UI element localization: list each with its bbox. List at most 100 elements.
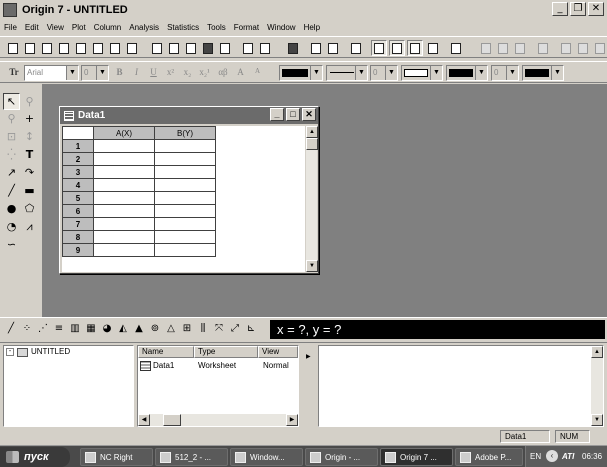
line-color-dropdown-icon[interactable]: ▼ <box>310 66 322 80</box>
font-size-dropdown-icon[interactable]: ▼ <box>96 66 108 80</box>
cell[interactable] <box>93 139 155 153</box>
pattern-color-select[interactable]: ▼ <box>446 65 488 81</box>
taskbar-item-nc-right[interactable]: NC Right <box>80 448 153 466</box>
splitter[interactable]: ▶ <box>305 345 315 427</box>
row-header[interactable]: 4 <box>62 178 94 192</box>
save-template-icon[interactable] <box>217 40 233 56</box>
taskbar-item-window[interactable]: Window... <box>230 448 303 466</box>
new-excel-icon[interactable] <box>39 40 55 56</box>
new-graph-icon[interactable] <box>56 40 72 56</box>
preview-pane[interactable]: ▲ ▼ <box>318 345 604 427</box>
freehand-tool-icon[interactable]: ∽ <box>3 236 20 253</box>
polar-plot-icon[interactable]: ⊚ <box>148 321 162 337</box>
data-selector-tool-icon[interactable]: ↕ <box>21 128 38 145</box>
scroll-thumb[interactable] <box>306 138 318 150</box>
line-style-dropdown-icon[interactable]: ▼ <box>355 66 367 80</box>
fill-color-select[interactable]: ▼ <box>401 65 443 81</box>
worksheet-window[interactable]: Data1 _ □ ✕ A(X) B(Y) 1 2 3 4 5 6 7 8 9 … <box>59 106 319 274</box>
border-color-select[interactable]: ▼ <box>522 65 564 81</box>
menu-view[interactable]: View <box>43 23 68 32</box>
row-header[interactable]: 7 <box>62 217 94 231</box>
import-multiple-icon[interactable] <box>257 40 273 56</box>
minimize-button[interactable]: _ <box>552 2 568 16</box>
cell[interactable] <box>93 204 155 218</box>
row-header[interactable]: 5 <box>62 191 94 205</box>
row-header[interactable]: 9 <box>62 243 94 257</box>
start-button[interactable]: пуск <box>0 447 70 467</box>
cell[interactable] <box>154 191 216 205</box>
column-name-header[interactable]: Name <box>138 346 194 358</box>
menu-analysis[interactable]: Analysis <box>125 23 163 32</box>
list-horizontal-scrollbar[interactable]: ◀ ▶ <box>138 414 298 426</box>
line-style-select[interactable]: ▼ <box>326 65 368 81</box>
column-header-b[interactable]: B(Y) <box>154 126 216 140</box>
subscript-button[interactable]: x₂ <box>181 66 194 80</box>
line-color-select[interactable]: ▼ <box>279 65 323 81</box>
pattern-width-select[interactable]: 0 ▼ <box>491 65 519 81</box>
zoom-tool-icon[interactable]: ⚲ <box>3 110 20 127</box>
worksheet-maximize-button[interactable]: □ <box>286 108 300 121</box>
horizontal-thumb[interactable] <box>163 414 181 426</box>
scroll-down-icon[interactable]: ▼ <box>306 260 318 272</box>
arrange-icon-1[interactable] <box>558 40 574 56</box>
screen-reader-tool-icon[interactable]: + <box>21 110 38 127</box>
template-plot-icon[interactable]: ⊾ <box>244 321 258 337</box>
stacked-column-icon[interactable]: ▦ <box>84 321 98 337</box>
cell[interactable] <box>93 230 155 244</box>
row-header[interactable]: 8 <box>62 230 94 244</box>
cell[interactable] <box>154 152 216 166</box>
add-column-icon[interactable] <box>425 40 441 56</box>
scroll-left-icon[interactable]: ◀ <box>138 414 150 426</box>
menu-column[interactable]: Column <box>90 23 126 32</box>
folder-tree-pane[interactable]: - UNTITLED <box>3 345 134 427</box>
row-header[interactable]: 2 <box>62 152 94 166</box>
project-folder-name[interactable]: UNTITLED <box>31 347 70 356</box>
taskbar-item-adobe[interactable]: Adobe P... <box>455 448 523 466</box>
language-indicator[interactable]: EN <box>530 452 541 461</box>
cell[interactable] <box>93 243 155 257</box>
menu-window[interactable]: Window <box>263 23 299 32</box>
line-tool-icon[interactable]: ╱ <box>3 182 20 199</box>
project-explorer-icon[interactable] <box>348 40 364 56</box>
column-view-header[interactable]: View <box>258 346 298 358</box>
taskbar-item-origin[interactable]: Origin - ... <box>305 448 378 466</box>
underline-button[interactable]: U <box>147 66 160 80</box>
worksheet-grid-area[interactable]: A(X) B(Y) 1 2 3 4 5 6 7 8 9 <box>62 126 307 272</box>
worksheet-title-bar[interactable]: Data1 _ □ ✕ <box>60 107 318 124</box>
corner-cell[interactable] <box>62 126 94 140</box>
taskbar-item-origin-7[interactable]: Origin 7 ... <box>380 448 453 466</box>
tree-expand-icon[interactable]: - <box>6 348 14 356</box>
tray-app-icon[interactable]: ATI <box>562 452 574 461</box>
high-low-plot-icon[interactable]: ⫼ <box>196 321 210 337</box>
preview-vertical-scrollbar[interactable]: ▲ ▼ <box>591 346 603 426</box>
area-plot-icon[interactable]: ◭ <box>116 321 130 337</box>
scatter-plot-icon[interactable]: ⁘ <box>20 321 34 337</box>
new-layout-icon[interactable] <box>107 40 123 56</box>
close-button[interactable]: ✕ <box>588 2 604 16</box>
taskbar-item-512[interactable]: 512_2 - ... <box>155 448 228 466</box>
greek-button[interactable]: αβ <box>215 66 231 80</box>
worksheet-vertical-scrollbar[interactable]: ▲ ▼ <box>305 126 318 272</box>
cell[interactable] <box>154 230 216 244</box>
new-worksheet-icon[interactable] <box>22 40 38 56</box>
print-icon[interactable] <box>285 40 301 56</box>
open-excel-icon[interactable] <box>183 40 199 56</box>
cell[interactable] <box>154 204 216 218</box>
zoom-in-tool-icon[interactable]: ⚲ <box>21 93 38 110</box>
cell[interactable] <box>154 139 216 153</box>
polygon-tool-icon[interactable]: ⬠ <box>21 200 38 217</box>
cell[interactable] <box>93 152 155 166</box>
curved-arrow-tool-icon[interactable]: ↷ <box>21 164 38 181</box>
bar-plot-icon[interactable]: ≡ <box>52 321 66 337</box>
cell[interactable] <box>154 165 216 179</box>
results-log-icon[interactable] <box>371 40 387 56</box>
decrease-font-button[interactable]: A <box>251 66 264 80</box>
cell[interactable] <box>93 178 155 192</box>
region-tool-icon[interactable]: ◔ <box>3 218 20 235</box>
column-type-header[interactable]: Type <box>194 346 258 358</box>
box-chart-icon[interactable]: ⊞ <box>180 321 194 337</box>
line-symbol-plot-icon[interactable]: ⋰ <box>36 321 50 337</box>
file-list-pane[interactable]: Name Type View Data1 Worksheet Normal ◀ … <box>137 345 299 427</box>
code-builder-icon[interactable] <box>407 40 423 56</box>
new-project-icon[interactable] <box>5 40 21 56</box>
